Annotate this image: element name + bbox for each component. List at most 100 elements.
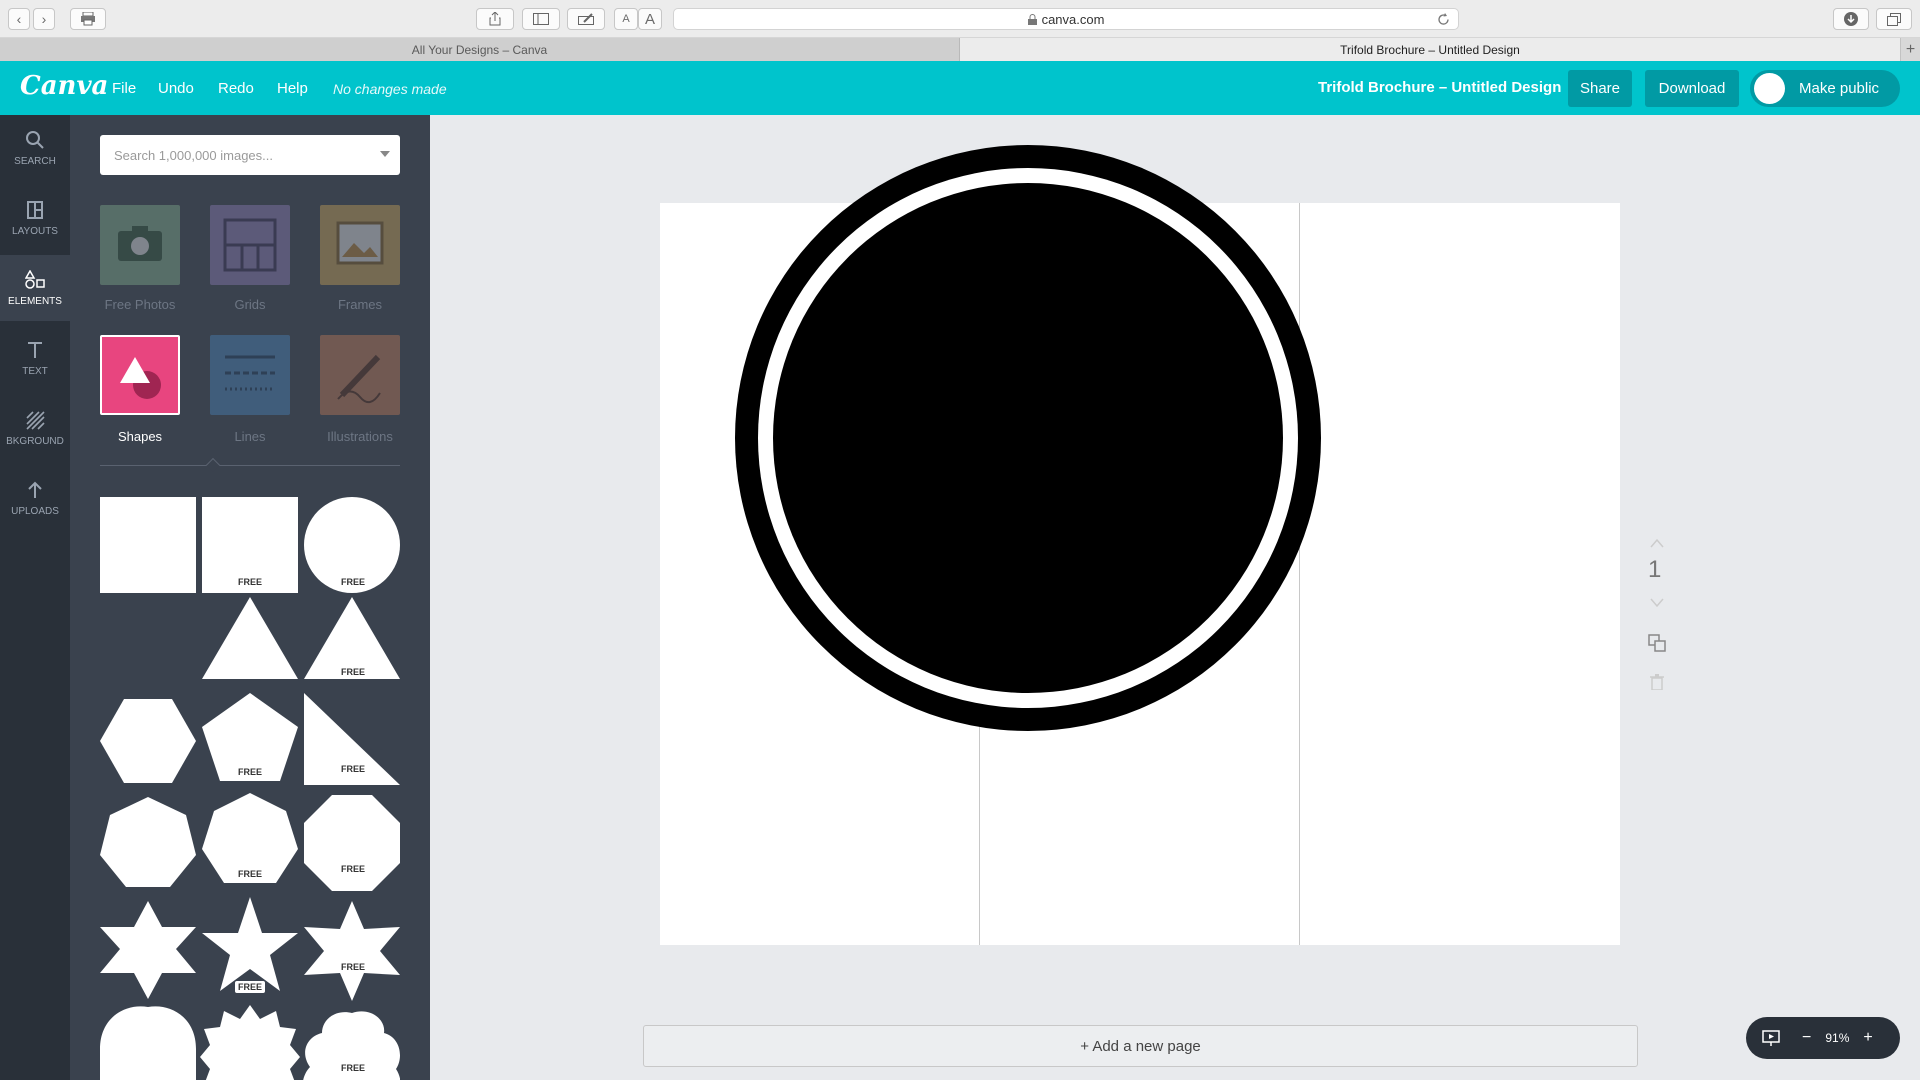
category-label-frames: Frames — [337, 297, 383, 312]
category-label-illustrations: Illustrations — [327, 429, 393, 444]
present-icon[interactable] — [1762, 1029, 1780, 1047]
search-placeholder: Search 1,000,000 images... — [114, 147, 273, 163]
download-button[interactable]: Download — [1645, 70, 1739, 107]
delete-page-icon[interactable] — [1650, 674, 1664, 690]
pen-icon — [578, 13, 594, 25]
shape-square[interactable] — [100, 497, 196, 593]
nav-layouts[interactable]: LAYOUTS — [0, 185, 70, 251]
make-public-toggle[interactable]: Make public — [1750, 70, 1900, 107]
text-larger-button[interactable]: A — [638, 8, 662, 30]
document-title[interactable]: Trifold Brochure – Untitled Design — [1318, 79, 1561, 96]
free-badge: FREE — [338, 666, 369, 678]
share-browser-button[interactable] — [476, 8, 514, 30]
category-illustrations[interactable] — [320, 335, 400, 415]
annotate-button[interactable] — [567, 8, 605, 30]
category-label-free-photos: Free Photos — [104, 297, 176, 312]
tab-bar: All Your Designs – Canva Trifold Brochur… — [0, 38, 1920, 61]
download-icon — [1844, 12, 1858, 26]
canva-logo[interactable]: Canva — [20, 71, 108, 101]
free-badge: FREE — [235, 868, 266, 880]
shape-star-6[interactable] — [100, 901, 196, 999]
tabs-icon — [1887, 12, 1901, 26]
free-badge: FREE — [338, 763, 369, 775]
nav-search[interactable]: SEARCH — [0, 115, 70, 181]
category-lines[interactable] — [210, 335, 290, 415]
add-new-page-button[interactable]: + Add a new page — [643, 1025, 1638, 1067]
text-icon — [28, 341, 42, 358]
url-text: canva.com — [1041, 11, 1105, 27]
category-frames[interactable] — [320, 205, 400, 285]
zoom-out-button[interactable]: − — [1802, 1029, 1811, 1047]
page-up-icon[interactable] — [1650, 538, 1664, 548]
layouts-icon — [27, 200, 43, 219]
category-label-grids: Grids — [234, 297, 266, 312]
category-shapes[interactable] — [100, 335, 180, 415]
shape-star-5[interactable] — [202, 897, 298, 991]
nav-elements[interactable]: ELEMENTS — [0, 255, 70, 321]
back-button[interactable]: ‹ — [8, 8, 30, 30]
grid-icon — [223, 218, 277, 272]
background-icon — [26, 410, 45, 430]
zoom-level[interactable]: 91% — [1825, 1031, 1849, 1045]
shape-heptagon[interactable] — [100, 797, 196, 887]
circle-element[interactable] — [735, 145, 1321, 731]
shape-octagon[interactable] — [304, 795, 400, 891]
nav-uploads[interactable]: UPLOADS — [0, 465, 70, 531]
share-icon — [489, 12, 501, 26]
tab-all-designs[interactable]: All Your Designs – Canva — [0, 38, 960, 61]
tab-trifold-brochure[interactable]: Trifold Brochure – Untitled Design — [960, 38, 1900, 61]
category-label-lines: Lines — [234, 429, 266, 444]
duplicate-page-icon[interactable] — [1648, 634, 1666, 652]
elements-icon — [25, 269, 45, 289]
shape-scalloped[interactable] — [100, 1006, 196, 1080]
camera-icon — [118, 226, 162, 261]
shape-star-6-alt[interactable] — [304, 901, 400, 1001]
nav-background[interactable]: BKGROUND — [0, 395, 70, 461]
shape-triangle[interactable] — [202, 597, 298, 679]
category-grids[interactable] — [210, 205, 290, 285]
free-badge: FREE — [235, 576, 266, 588]
menu-file[interactable]: File — [112, 80, 136, 97]
sidebar-icon — [533, 13, 549, 25]
tabs-overview-button[interactable] — [1876, 8, 1912, 30]
share-button[interactable]: Share — [1568, 70, 1632, 107]
free-badge: FREE — [338, 576, 369, 588]
free-badge: FREE — [338, 961, 369, 973]
shape-burst[interactable] — [200, 1005, 300, 1080]
toggle-knob — [1754, 73, 1785, 104]
downloads-button[interactable] — [1833, 8, 1869, 30]
page-number: 1 — [1648, 556, 1662, 583]
chevron-down-icon[interactable] — [380, 151, 390, 157]
shapes-icon — [120, 357, 161, 399]
free-badge: FREE — [235, 766, 266, 778]
nav-layouts-label: LAYOUTS — [12, 225, 58, 237]
address-bar[interactable]: canva.com — [673, 8, 1459, 30]
sidebar-toggle-button[interactable] — [522, 8, 560, 30]
zoom-in-button[interactable]: + — [1863, 1029, 1872, 1047]
nav-text[interactable]: TEXT — [0, 325, 70, 391]
image-search-input[interactable]: Search 1,000,000 images... — [100, 135, 400, 175]
nav-search-label: SEARCH — [14, 155, 56, 167]
page-down-icon[interactable] — [1650, 598, 1664, 608]
menu-redo[interactable]: Redo — [218, 80, 254, 97]
upload-icon — [28, 481, 42, 498]
forward-button[interactable]: › — [33, 8, 55, 30]
nav-elements-label: ELEMENTS — [8, 295, 62, 307]
menu-help[interactable]: Help — [277, 80, 308, 97]
print-button[interactable] — [70, 8, 106, 30]
text-smaller-button[interactable]: A — [614, 8, 638, 30]
lock-icon — [1027, 13, 1037, 25]
menu-undo[interactable]: Undo — [158, 80, 194, 97]
panel-divider — [100, 465, 400, 466]
category-free-photos[interactable] — [100, 205, 180, 285]
app-header: Canva File Undo Redo Help No changes mad… — [0, 61, 1920, 115]
save-status: No changes made — [333, 81, 447, 97]
shape-hexagon[interactable] — [100, 699, 196, 783]
free-badge: FREE — [338, 1062, 369, 1074]
nav-background-label: BKGROUND — [6, 435, 64, 447]
print-icon — [81, 12, 95, 26]
pencil-icon — [337, 354, 381, 404]
reload-icon[interactable] — [1437, 13, 1450, 26]
left-nav: SEARCH LAYOUTS ELEMENTS TEXT BKGROUND UP… — [0, 115, 70, 1080]
new-tab-button[interactable]: + — [1900, 38, 1920, 61]
